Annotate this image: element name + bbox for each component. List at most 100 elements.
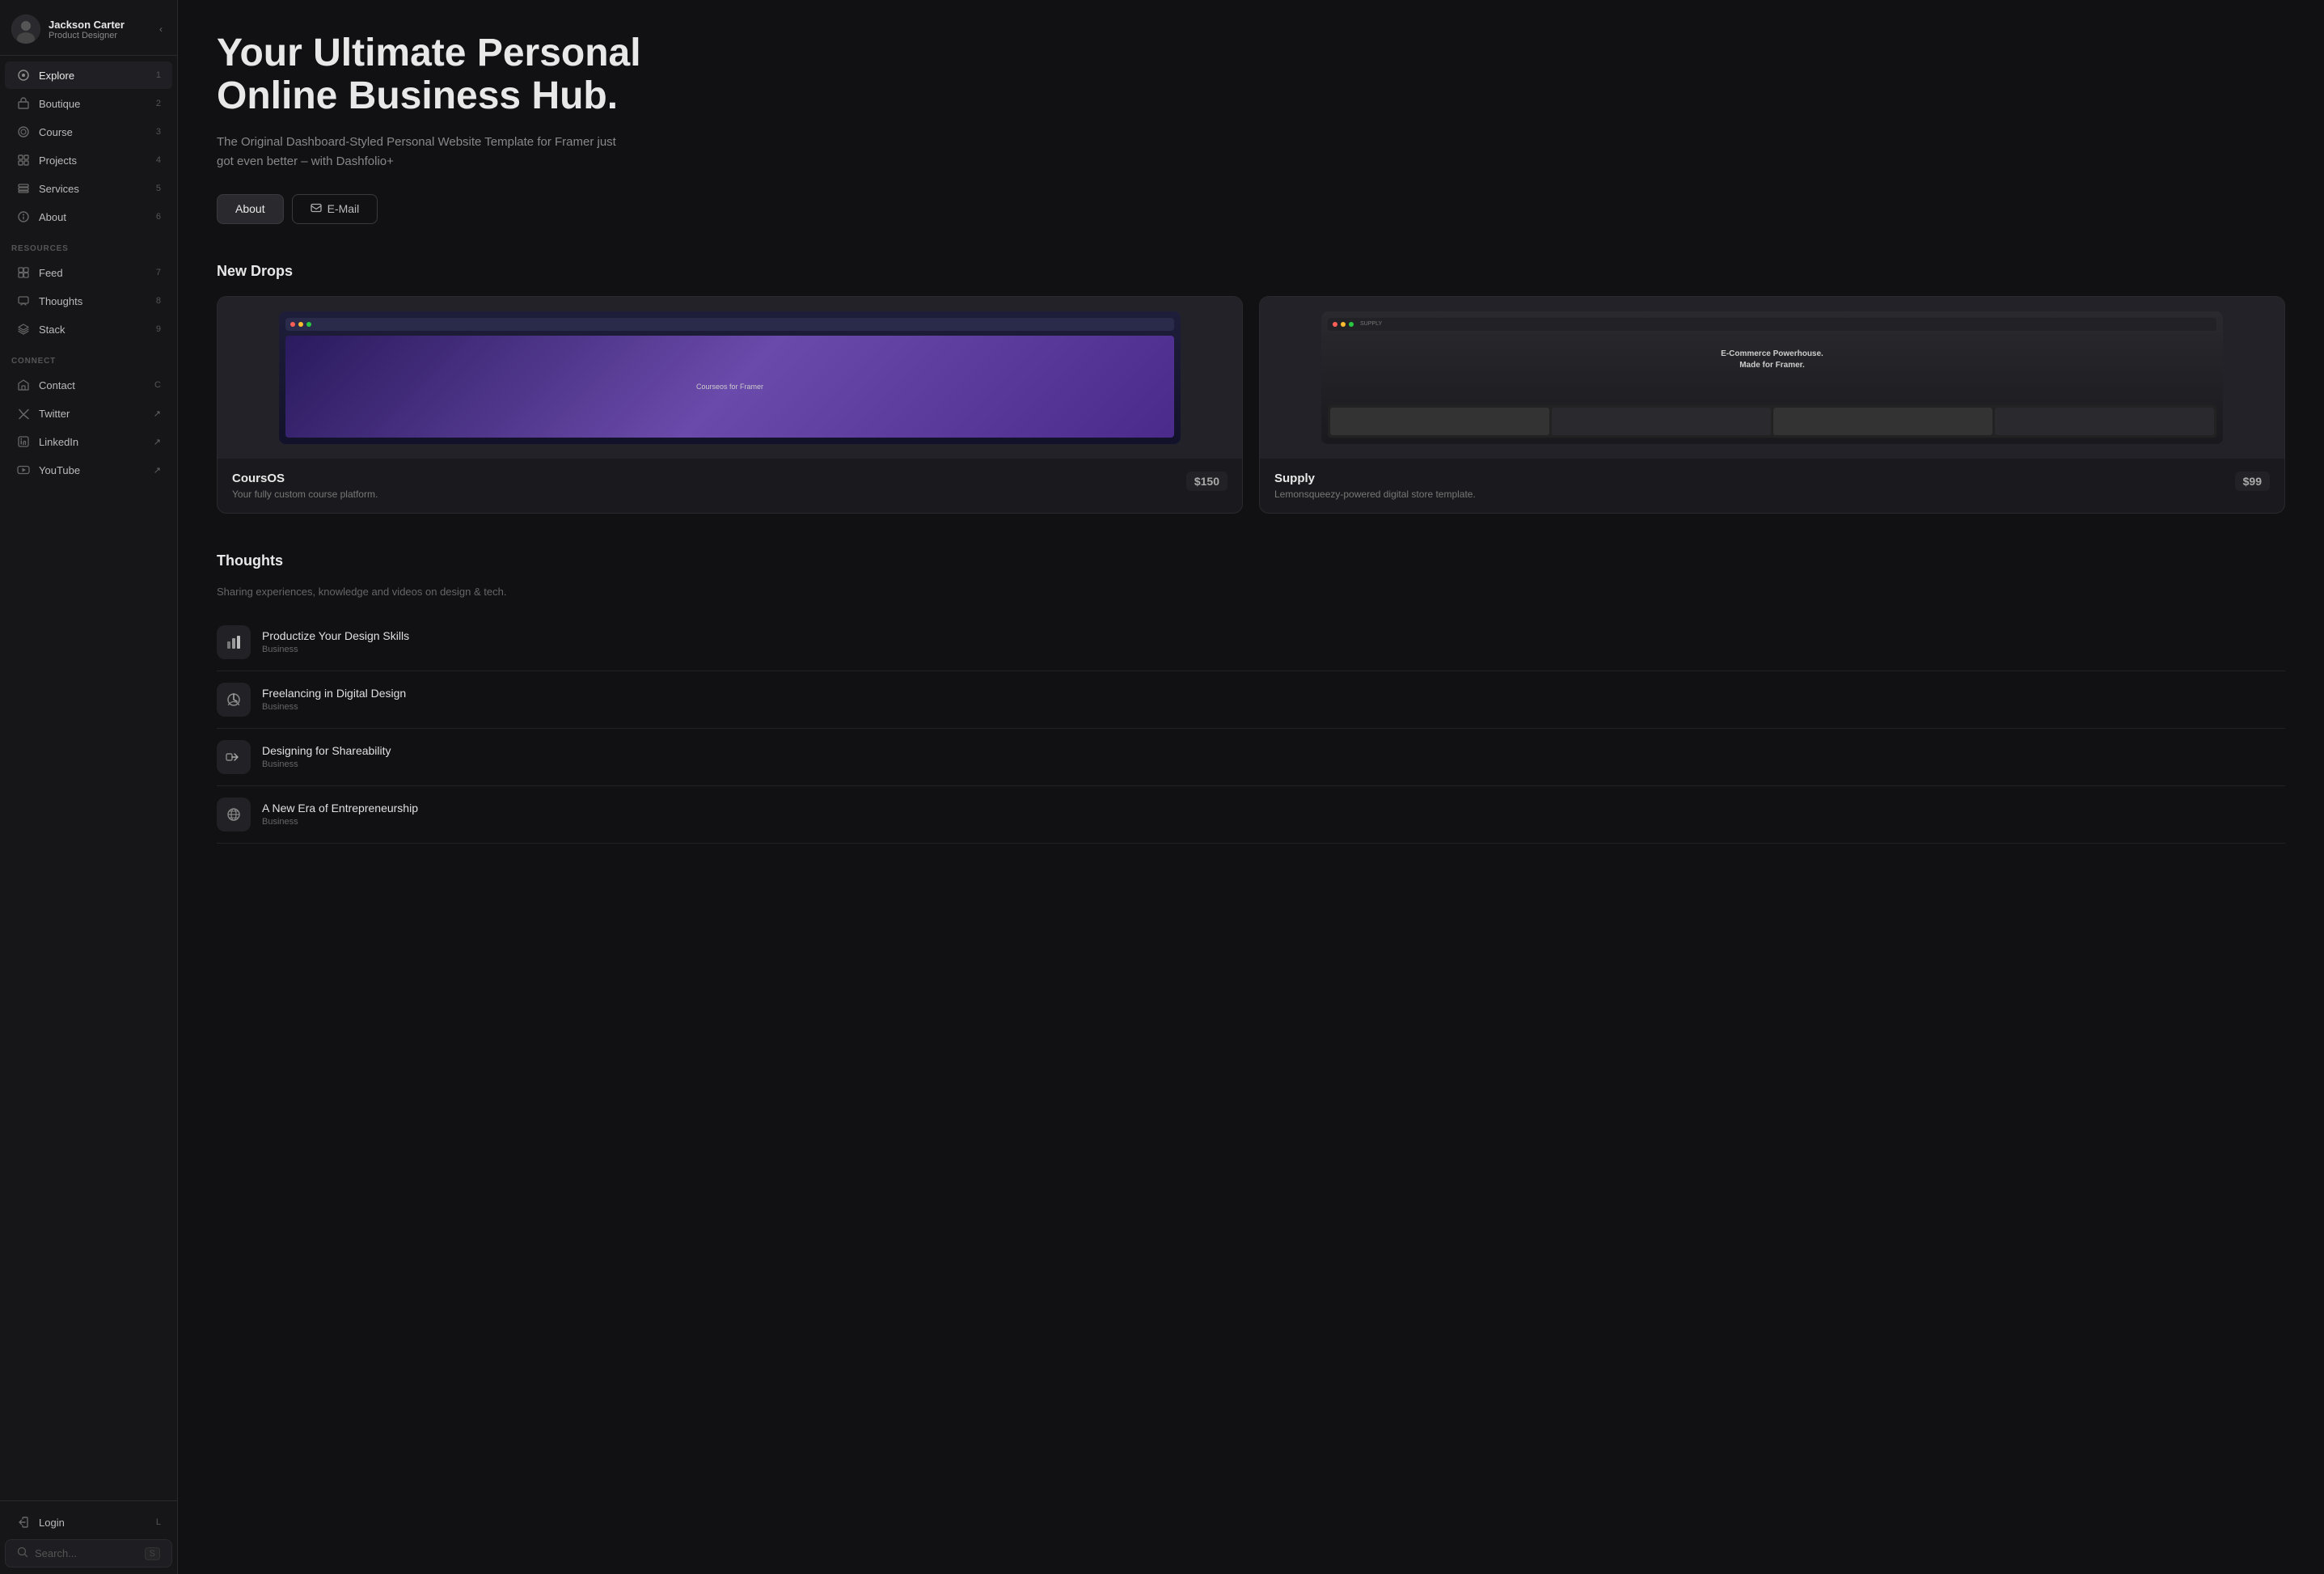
sidebar-item-contact[interactable]: Contact C: [5, 371, 172, 399]
resources-section-label: RESOURCES: [0, 231, 177, 258]
thought-tag: Business: [262, 759, 391, 769]
thought-title: Designing for Shareability: [262, 744, 391, 757]
thought-info: Productize Your Design Skills Business: [262, 629, 409, 654]
services-icon: [16, 181, 31, 196]
sidebar-item-badge: ↗: [148, 437, 161, 447]
resources-section: Feed 7 Thoughts 8 Stack 9: [0, 258, 177, 344]
search-icon: [17, 1546, 28, 1560]
main-content: Your Ultimate Personal Online Business H…: [178, 0, 2324, 1574]
sidebar-item-boutique[interactable]: Boutique 2: [5, 90, 172, 117]
thought-tag: Business: [262, 702, 406, 712]
thought-icon-freelancing: [217, 683, 251, 717]
sidebar-item-explore[interactable]: Explore 1: [5, 61, 172, 89]
avatar: [11, 15, 40, 44]
sidebar-item-badge: 4: [148, 155, 161, 165]
sidebar-item-badge: C: [148, 380, 161, 390]
sidebar-item-badge: ↗: [148, 465, 161, 476]
youtube-icon: [16, 463, 31, 477]
email-button[interactable]: E-Mail: [292, 194, 378, 224]
sidebar-item-badge: ↗: [148, 408, 161, 419]
thought-item-productize[interactable]: Productize Your Design Skills Business: [217, 614, 2285, 671]
thought-icon-productize: [217, 625, 251, 659]
thought-item-shareability[interactable]: Designing for Shareability Business: [217, 729, 2285, 786]
drop-card-body-courseos: CoursOS Your fully custom course platfor…: [218, 459, 1242, 513]
sidebar-item-linkedin[interactable]: LinkedIn ↗: [5, 428, 172, 455]
sidebar-item-badge: 6: [148, 212, 161, 222]
thought-title: Productize Your Design Skills: [262, 629, 409, 642]
thought-item-entrepreneurship[interactable]: A New Era of Entrepreneurship Business: [217, 786, 2285, 844]
connect-section-label: CONNECT: [0, 344, 177, 370]
sidebar-item-course[interactable]: Course 3: [5, 118, 172, 146]
about-icon: [16, 209, 31, 224]
linkedin-icon: [16, 434, 31, 449]
drop-card-name: CoursOS: [232, 472, 378, 485]
sidebar-item-badge: 7: [148, 268, 161, 277]
sidebar-item-services[interactable]: Services 5: [5, 175, 172, 202]
sidebar-item-label: Projects: [39, 154, 140, 167]
sidebar-item-twitter[interactable]: Twitter ↗: [5, 400, 172, 427]
sidebar-item-badge: L: [148, 1517, 161, 1527]
drop-card-body-supply: Supply Lemonsqueezy-powered digital stor…: [1260, 459, 2284, 513]
sidebar-item-label: About: [39, 211, 140, 223]
profile-info: Jackson Carter Product Designer: [49, 19, 148, 40]
thought-icon-shareability: [217, 740, 251, 774]
drop-card-info: CoursOS Your fully custom course platfor…: [232, 472, 378, 500]
feed-icon: [16, 265, 31, 280]
hero-title: Your Ultimate Personal Online Business H…: [217, 32, 670, 118]
drop-card-desc: Your fully custom course platform.: [232, 489, 378, 500]
hero-buttons: About E-Mail: [217, 194, 2285, 224]
drop-card-image-supply: SUPPLY E-Commerce Powerhouse.Made for Fr…: [1260, 297, 2284, 459]
drop-card-courseos[interactable]: Courseos for Framer CoursOS Your fully c…: [217, 296, 1243, 514]
thought-tag: Business: [262, 645, 409, 654]
drop-card-price: $150: [1186, 472, 1227, 491]
course-icon: [16, 125, 31, 139]
explore-icon: [16, 68, 31, 83]
search-shortcut: S: [145, 1547, 160, 1560]
drops-section-title: New Drops: [217, 263, 2285, 280]
profile-name: Jackson Carter: [49, 19, 148, 31]
sidebar-item-projects[interactable]: Projects 4: [5, 146, 172, 174]
drop-card-price: $99: [2235, 472, 2270, 491]
boutique-icon: [16, 96, 31, 111]
sidebar-item-badge: 5: [148, 184, 161, 193]
thought-item-freelancing[interactable]: Freelancing in Digital Design Business: [217, 671, 2285, 729]
sidebar-item-stack[interactable]: Stack 9: [5, 315, 172, 343]
search-placeholder: Search...: [35, 1547, 138, 1559]
nav-section: Explore 1 Boutique 2 Course 3 Projects 4: [0, 56, 177, 231]
sidebar-item-label: Contact: [39, 379, 140, 391]
collapse-button[interactable]: ‹: [156, 20, 166, 38]
sidebar-item-badge: 1: [148, 70, 161, 80]
drop-card-image-courseos: Courseos for Framer: [218, 297, 1242, 459]
drop-card-supply[interactable]: SUPPLY E-Commerce Powerhouse.Made for Fr…: [1259, 296, 2285, 514]
sidebar-bottom: Login L Search... S: [0, 1500, 177, 1574]
sidebar-profile: Jackson Carter Product Designer ‹: [0, 0, 177, 56]
email-icon: [311, 202, 322, 216]
stack-icon: [16, 322, 31, 336]
sidebar-item-login[interactable]: Login L: [5, 1508, 172, 1536]
thoughts-list: Productize Your Design Skills Business F…: [217, 614, 2285, 844]
sidebar-item-about[interactable]: About 6: [5, 203, 172, 231]
thought-info: A New Era of Entrepreneurship Business: [262, 802, 418, 827]
sidebar-item-thoughts[interactable]: Thoughts 8: [5, 287, 172, 315]
email-label: E-Mail: [327, 202, 360, 215]
sidebar-item-label: Explore: [39, 70, 140, 82]
about-button[interactable]: About: [217, 194, 284, 224]
thoughts-subtitle: Sharing experiences, knowledge and video…: [217, 586, 2285, 598]
sidebar-item-label: Stack: [39, 324, 140, 336]
sidebar-item-label: LinkedIn: [39, 436, 140, 448]
thought-icon-entrepreneurship: [217, 798, 251, 831]
sidebar-item-label: Course: [39, 126, 140, 138]
sidebar-item-label: Services: [39, 183, 140, 195]
thoughts-header: Thoughts: [217, 552, 2285, 569]
sidebar-item-youtube[interactable]: YouTube ↗: [5, 456, 172, 484]
thought-title: A New Era of Entrepreneurship: [262, 802, 418, 815]
search-bar[interactable]: Search... S: [5, 1539, 172, 1568]
sidebar-item-feed[interactable]: Feed 7: [5, 259, 172, 286]
thoughts-section: Thoughts Sharing experiences, knowledge …: [217, 552, 2285, 844]
sidebar-item-label: Login: [39, 1517, 140, 1529]
connect-section: Contact C Twitter ↗ LinkedIn ↗ YouTube ↗: [0, 370, 177, 484]
sidebar-item-label: Thoughts: [39, 295, 140, 307]
sidebar-item-badge: 2: [148, 99, 161, 108]
thought-info: Designing for Shareability Business: [262, 744, 391, 769]
drop-card-name: Supply: [1274, 472, 1476, 485]
